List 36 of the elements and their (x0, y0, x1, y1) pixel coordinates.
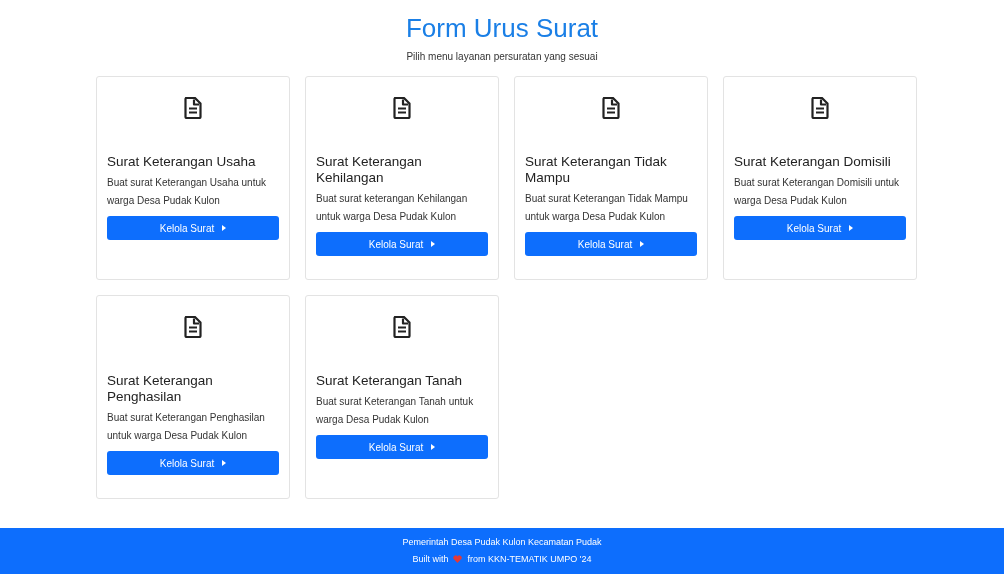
document-icon (393, 97, 411, 119)
card-description: Buat surat Keterangan Tidak Mampu untuk warga Desa Pudak Kulon (525, 192, 689, 224)
manage-button[interactable]: Kelola Surat (316, 435, 488, 459)
caret-icon (222, 460, 227, 466)
caret-icon (640, 241, 645, 247)
manage-button[interactable]: Kelola Surat (316, 232, 488, 256)
caret-icon (431, 241, 436, 247)
card-title: Surat Keterangan Domisili (734, 154, 892, 170)
page-subtitle: Pilih menu layanan persuratan yang sesuai (406, 50, 598, 64)
card-description: Buat surat keterangan Kehilangan untuk warga Desa Pudak Kulon (316, 192, 469, 224)
footer-text: Pemerintah Desa Pudak Kulon Kecamatan Pudak (402, 536, 602, 549)
footer-text: Built with (412, 552, 449, 566)
card-title: Surat Keterangan Tidak Mampu (525, 154, 668, 186)
caret-icon (849, 225, 854, 231)
document-icon (393, 316, 411, 338)
card-description: Buat surat Keterangan Penghasilan untuk warga Desa Pudak Kulon (107, 411, 266, 443)
document-icon (811, 97, 829, 119)
card-title: Surat Keterangan Usaha (107, 154, 257, 170)
card-description: Buat surat Keterangan Usaha untuk warga Desa Pudak Kulon (107, 176, 267, 208)
manage-button[interactable]: Kelola Surat (734, 216, 906, 240)
card-title: Surat Keterangan Kehilangan (316, 154, 423, 186)
caret-icon (222, 225, 227, 231)
card-description: Buat surat Keterangan Tanah untuk warga Desa Pudak Kulon (316, 395, 475, 427)
document-icon (184, 97, 202, 119)
manage-button[interactable]: Kelola Surat (107, 216, 279, 240)
page-title: Form Urus Surat (405, 12, 599, 44)
document-icon (184, 316, 202, 338)
manage-button[interactable]: Kelola Surat (525, 232, 697, 256)
card-title: Surat Keterangan Tanah (316, 373, 464, 389)
heart-icon (453, 555, 463, 564)
caret-icon (431, 444, 436, 450)
card-description: Buat surat Keterangan Domisili untuk warga Desa Pudak Kulon (734, 176, 901, 208)
document-icon (602, 97, 620, 119)
manage-button[interactable]: Kelola Surat (107, 451, 279, 475)
footer-text: from KKN-TEMATIK UMPO '24 (467, 552, 592, 566)
card-title: Surat Keterangan Penghasilan (107, 373, 214, 405)
